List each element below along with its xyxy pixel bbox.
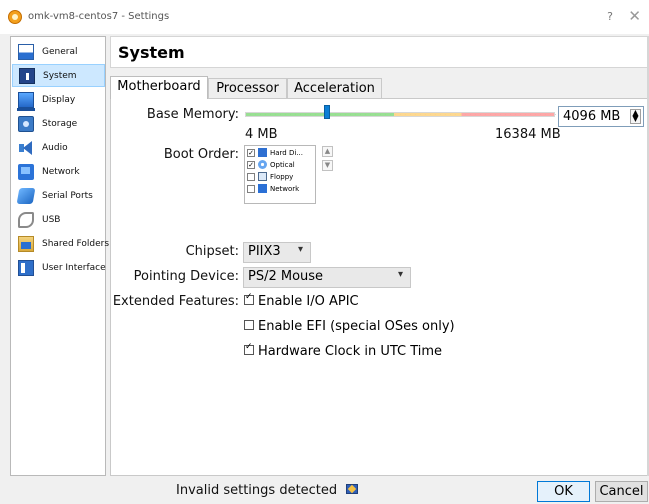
move-down-button[interactable]: ▼ (322, 160, 333, 171)
efi-checkbox[interactable]: Enable EFI (special OSes only) (244, 319, 455, 334)
usb-icon (18, 211, 34, 228)
ioapic-label: Enable I/O APIC (258, 294, 359, 309)
memory-min-label: 4 MB (245, 127, 278, 142)
boot-item-label: Optical (270, 160, 295, 169)
settings-sidebar: General System Display Storage Audio Net… (10, 36, 109, 476)
memory-max-label: 16384 MB (495, 127, 561, 142)
settings-main: System Motherboard Processor Acceleratio… (110, 36, 649, 476)
checkbox-checked[interactable]: ✓ (247, 148, 255, 157)
efi-label: Enable EFI (special OSes only) (258, 319, 455, 334)
checkbox-unchecked[interactable] (247, 172, 255, 181)
checkbox-checked[interactable] (244, 342, 254, 355)
base-memory-label: Base Memory: (146, 107, 239, 122)
extended-features-label: Extended Features: (112, 294, 239, 309)
sidebar-item-user-interface[interactable]: User Interface (12, 256, 106, 279)
chipset-label: Chipset: (185, 244, 239, 259)
sidebar-item-label: System (43, 70, 77, 81)
sidebar-item-network[interactable]: Network (12, 160, 105, 183)
hard-disk-icon (258, 148, 267, 157)
system-icon (19, 67, 35, 84)
pointing-device-label: Pointing Device: (133, 269, 239, 284)
sidebar-item-usb[interactable]: USB (12, 208, 105, 231)
floppy-icon (258, 172, 267, 181)
boot-item-label: Network (270, 184, 300, 193)
warning-icon (346, 484, 358, 494)
tab-processor[interactable]: Processor (208, 78, 287, 98)
checkbox-checked[interactable]: ✓ (247, 160, 255, 169)
chevron-down-icon: ▾ (298, 244, 304, 255)
network-icon (258, 184, 267, 193)
sidebar-item-label: General (42, 46, 78, 57)
chipset-value: PIIX3 (248, 244, 281, 259)
checkbox-unchecked[interactable] (244, 320, 254, 330)
ok-button[interactable]: OK (537, 481, 590, 502)
virtualbox-icon (8, 10, 22, 24)
cancel-button[interactable]: Cancel (595, 481, 648, 502)
base-memory-spinbox[interactable]: 4096 MB ▲ ▼ (558, 106, 644, 127)
network-icon (18, 163, 34, 180)
serial-ports-icon (16, 187, 36, 204)
pointing-device-value: PS/2 Mouse (248, 269, 324, 284)
base-memory-value: 4096 MB (563, 109, 621, 124)
ioapic-checkbox[interactable]: Enable I/O APIC (244, 292, 359, 309)
pointing-device-select[interactable]: PS/2 Mouse ▾ (243, 267, 411, 288)
move-up-button[interactable]: ▲ (322, 146, 333, 157)
sidebar-item-label: Storage (42, 118, 78, 129)
boot-item-hard-disk[interactable]: ✓ Hard Di... (247, 147, 303, 158)
boot-item-label: Floppy (270, 172, 294, 181)
sidebar-item-label: Network (42, 166, 80, 177)
boot-item-floppy[interactable]: Floppy (247, 171, 293, 182)
sidebar-item-label: Audio (42, 142, 68, 153)
chipset-select[interactable]: PIIX3 ▾ (243, 242, 311, 263)
utc-clock-checkbox[interactable]: Hardware Clock in UTC Time (244, 342, 443, 359)
slider-handle[interactable] (324, 105, 330, 119)
sidebar-item-storage[interactable]: Storage (12, 112, 105, 135)
boot-item-label: Hard Di... (270, 148, 303, 157)
storage-icon (18, 115, 34, 132)
sidebar-item-display[interactable]: Display (12, 88, 105, 111)
title-bar: omk-vm8-centos7 - Settings ? ✕ (0, 0, 649, 34)
checkbox-checked[interactable] (244, 292, 254, 305)
boot-item-optical[interactable]: ✓ Optical (247, 159, 295, 170)
slider-range (246, 113, 554, 116)
window-title: omk-vm8-centos7 - Settings (28, 11, 170, 22)
motherboard-panel: Base Memory: 4096 MB ▲ ▼ 4 MB 16384 MB Bo… (110, 98, 649, 476)
sidebar-item-label: User Interface (42, 262, 106, 273)
page-title: System (110, 36, 649, 68)
audio-icon (18, 140, 34, 156)
chevron-down-icon: ▾ (398, 269, 404, 280)
page-title-text: System (118, 43, 185, 62)
utc-clock-label: Hardware Clock in UTC Time (258, 344, 443, 359)
sidebar-item-general[interactable]: General (12, 40, 105, 63)
help-button[interactable]: ? (607, 10, 613, 23)
general-icon (18, 43, 34, 60)
invalid-settings-message: Invalid settings detected (176, 483, 338, 498)
sidebar-item-label: Shared Folders (42, 238, 110, 249)
sidebar-item-shared-folders[interactable]: Shared Folders (12, 232, 109, 255)
base-memory-slider[interactable] (245, 112, 556, 117)
sidebar-item-label: Display (42, 94, 76, 105)
shared-folders-icon (18, 235, 34, 252)
tab-motherboard[interactable]: Motherboard (110, 76, 208, 99)
sidebar-item-serial-ports[interactable]: Serial Ports (12, 184, 105, 207)
checkbox-unchecked[interactable] (247, 184, 255, 193)
display-icon (17, 91, 35, 111)
sidebar-item-label: USB (42, 214, 61, 225)
sidebar-item-system[interactable]: System (12, 64, 105, 87)
sidebar-item-audio[interactable]: Audio (12, 136, 105, 159)
tab-acceleration[interactable]: Acceleration (287, 78, 382, 98)
boot-order-label: Boot Order: (163, 147, 239, 162)
sidebar-item-label: Serial Ports (42, 190, 93, 201)
boot-order-list[interactable]: ✓ Hard Di... ✓ Optical Floppy Network (244, 145, 316, 204)
tab-bar: Motherboard Processor Acceleration (110, 76, 649, 99)
dialog-footer: Invalid settings detected OK Cancel (0, 476, 649, 504)
optical-icon (258, 160, 267, 169)
user-interface-icon (18, 259, 34, 276)
boot-item-network[interactable]: Network (247, 183, 299, 194)
close-button[interactable]: ✕ (628, 7, 641, 25)
spinbox-arrows-icon[interactable]: ▲ ▼ (630, 109, 641, 124)
